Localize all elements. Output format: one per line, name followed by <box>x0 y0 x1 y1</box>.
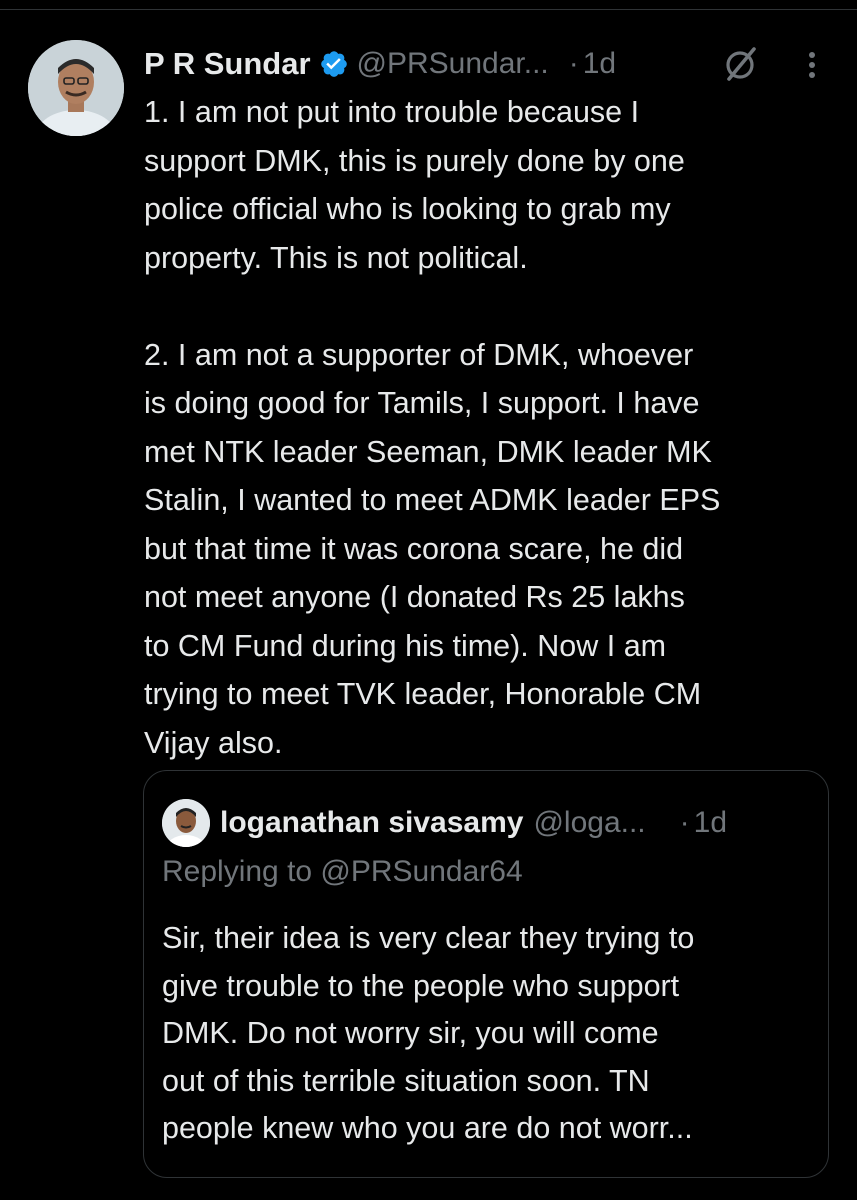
quoted-header-separator: · <box>679 806 690 839</box>
header-separator: · <box>568 47 579 80</box>
tweet-timestamp[interactable]: 1d <box>583 47 616 81</box>
quoted-tweet-text: Sir, their idea is very clear they tryin… <box>162 921 695 1145</box>
verified-badge-icon <box>319 49 349 79</box>
grok-icon[interactable] <box>721 44 761 84</box>
quoted-author-avatar <box>162 799 210 847</box>
replying-to-label: Replying to @PRSundar64 <box>162 855 523 888</box>
tweet-header: P R Sundar @PRSundar... · 1d <box>144 40 834 88</box>
author-handle[interactable]: @PRSundar... <box>357 47 549 81</box>
quoted-tweet-timestamp: 1d <box>693 806 728 839</box>
quoted-author-name: loganathan sivasamy <box>220 806 524 839</box>
tweet-text: 1. I am not put into trouble because I s… <box>144 95 721 760</box>
quoted-author-handle: @loga... <box>533 806 646 839</box>
top-divider <box>0 0 857 10</box>
author-avatar[interactable] <box>28 40 124 136</box>
more-vertical-icon[interactable] <box>797 44 827 84</box>
quoted-tweet-card[interactable]: loganathan sivasamy @loga... · 1d Replyi… <box>143 770 829 1178</box>
quoted-tweet-header: loganathan sivasamy @loga... · 1d <box>162 799 812 847</box>
author-name[interactable]: P R Sundar <box>144 46 311 82</box>
